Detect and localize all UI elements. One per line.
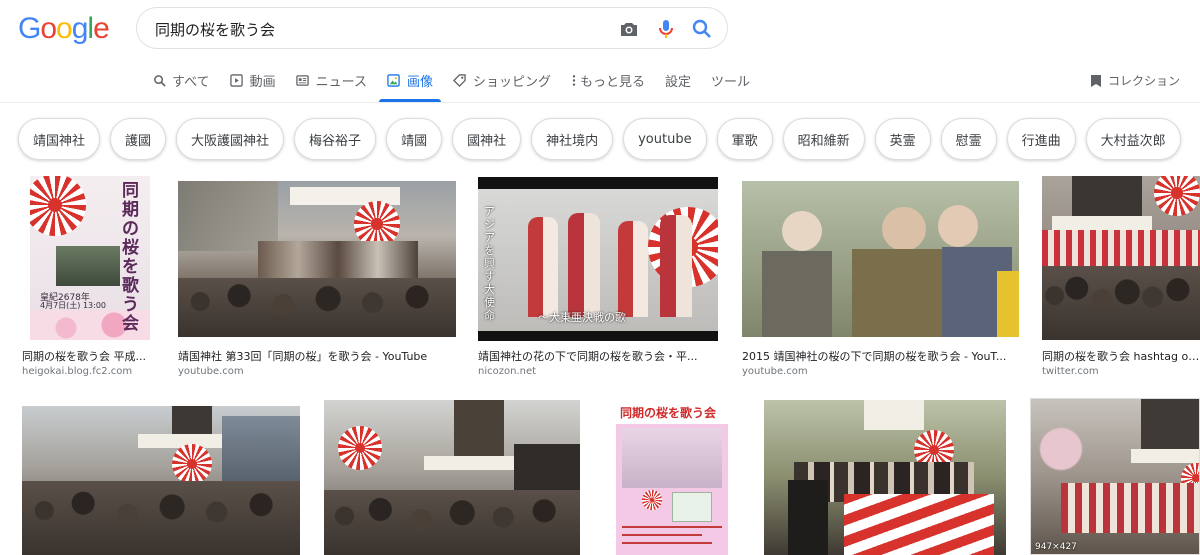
result-title[interactable]: 靖国神社の花の下で同期の桜を歌う会・平... (478, 348, 714, 364)
video-icon (230, 73, 244, 87)
chip[interactable]: 靖國 (386, 118, 443, 160)
result-title[interactable]: 同期の桜を歌う会 平成... (22, 348, 162, 364)
image-result[interactable]: 同期の桜を歌う会 (604, 400, 734, 555)
image-result[interactable] (22, 406, 300, 555)
chip[interactable]: 軍歌 (716, 118, 773, 160)
tab-label: 画像 (406, 74, 433, 90)
image-result[interactable] (324, 400, 580, 555)
chip[interactable]: 英霊 (874, 118, 931, 160)
image-icon (387, 73, 401, 87)
bookmark-icon (1090, 74, 1102, 88)
collections-link[interactable]: コレクション (1090, 72, 1180, 89)
chip[interactable]: 慰霊 (940, 118, 997, 160)
collections-label: コレクション (1107, 74, 1180, 88)
result-site: youtube.com (742, 366, 808, 377)
chip[interactable]: 靖国神社 (18, 118, 101, 160)
chip[interactable]: 神社境内 (531, 118, 614, 160)
result-thumbnail[interactable] (324, 400, 580, 555)
result-thumbnail[interactable] (22, 406, 300, 555)
result-title[interactable]: 靖国神社 第33回「同期の桜」を歌う会 - YouTube (178, 348, 460, 364)
poster-title: 同期の桜を歌う会 (620, 406, 717, 420)
tag-icon (453, 73, 467, 87)
tab-news[interactable]: ニュース (296, 64, 367, 96)
logo-letter: G (18, 12, 41, 45)
microphone-icon[interactable] (654, 17, 678, 41)
search-icon[interactable] (690, 17, 714, 41)
image-size-overlay: 947×427 (1035, 542, 1077, 552)
logo-letter: o (56, 12, 73, 45)
google-logo[interactable]: Google (18, 12, 110, 46)
result-thumbnail[interactable] (1042, 176, 1200, 340)
result-thumbnail[interactable] (178, 181, 456, 337)
camera-icon[interactable] (617, 17, 641, 41)
tab-label: ニュース (315, 74, 367, 90)
chip[interactable]: youtube (623, 118, 707, 160)
image-result[interactable]: 2015 靖国神社の桜の下で同期の桜を歌う会 - YouT... youtube… (742, 176, 1032, 377)
logo-letter: o (40, 12, 57, 45)
tab-all[interactable]: すべて (152, 64, 210, 96)
result-site: youtube.com (178, 366, 244, 377)
result-thumbnail[interactable] (764, 400, 1006, 555)
result-thumbnail[interactable]: 947×427 (1030, 398, 1200, 555)
result-thumbnail[interactable]: アジアを興す大使命 〜大東亜決戦の歌 (478, 177, 718, 341)
image-result[interactable]: 同期の桜を歌う会 皇紀2678年 4月7日(土) 13:00 同期の桜を歌う会 … (22, 176, 172, 377)
related-chips: 靖国神社 護國 大阪護國神社 梅谷裕子 靖國 國神社 神社境内 youtube … (18, 118, 1191, 160)
chip[interactable]: 國神社 (452, 118, 522, 160)
tab-videos[interactable]: 動画 (230, 64, 276, 96)
result-site: twitter.com (1042, 366, 1099, 377)
result-site: heigokai.blog.fc2.com (22, 366, 133, 377)
search-input[interactable]: 同期の桜を歌う会 (155, 19, 275, 40)
image-result[interactable] (764, 400, 1006, 555)
chip[interactable]: 梅谷裕子 (294, 118, 377, 160)
tab-label: もっと見る (579, 74, 645, 90)
tab-label: すべて (172, 74, 210, 90)
more-icon (571, 73, 577, 87)
tab-more[interactable]: もっと見る (571, 64, 645, 96)
search-icon (152, 73, 166, 87)
chip[interactable]: 昭和維新 (782, 118, 865, 160)
tab-label: 動画 (249, 74, 276, 90)
tab-tools[interactable]: ツール (711, 64, 750, 96)
tab-shopping[interactable]: ショッピング (453, 64, 551, 96)
news-icon (296, 73, 310, 87)
header-divider (0, 102, 1200, 103)
chip[interactable]: 大阪護國神社 (176, 118, 285, 160)
chip[interactable]: 行進曲 (1006, 118, 1076, 160)
search-tabs: すべて 動画 ニュース 画像 ショッピング もっと見る 設定 ツール (152, 64, 770, 102)
result-thumbnail[interactable]: 同期の桜を歌う会 皇紀2678年 4月7日(土) 13:00 (30, 176, 150, 340)
result-title[interactable]: 2015 靖国神社の桜の下で同期の桜を歌う会 - YouT... (742, 348, 1012, 364)
image-result[interactable]: 靖国神社 第33回「同期の桜」を歌う会 - YouTube youtube.co… (178, 176, 464, 377)
result-thumbnail[interactable]: 同期の桜を歌う会 (616, 400, 728, 555)
image-result[interactable]: 同期の桜を歌う会 hashtag on T twitter.com (1042, 176, 1200, 377)
video-caption: 〜大東亜決戦の歌 (538, 311, 626, 324)
poster-time: 4月7日(土) 13:00 (40, 301, 107, 310)
logo-letter: g (71, 12, 89, 45)
logo-letter: e (93, 12, 110, 45)
chip[interactable]: 護國 (110, 118, 167, 160)
chip[interactable]: 大村益次郎 (1085, 118, 1181, 160)
result-thumbnail[interactable] (742, 181, 1019, 337)
tab-images[interactable]: 画像 (378, 64, 441, 102)
search-box[interactable]: 同期の桜を歌う会 (136, 7, 728, 49)
result-site: nicozon.net (478, 366, 537, 377)
image-result[interactable]: アジアを興す大使命 〜大東亜決戦の歌 靖国神社の花の下で同期の桜を歌う会・平..… (478, 176, 728, 377)
tab-label: ツール (711, 74, 751, 90)
image-result[interactable]: 947×427 (1030, 398, 1200, 555)
result-title[interactable]: 同期の桜を歌う会 hashtag on T (1042, 348, 1200, 364)
tab-label: 設定 (665, 74, 692, 90)
poster-title: 同期の桜を歌う会 (122, 181, 139, 334)
video-side-text: アジアを興す大使命 (484, 205, 495, 322)
tab-label: ショッピング (472, 74, 551, 90)
tab-settings[interactable]: 設定 (665, 64, 691, 96)
